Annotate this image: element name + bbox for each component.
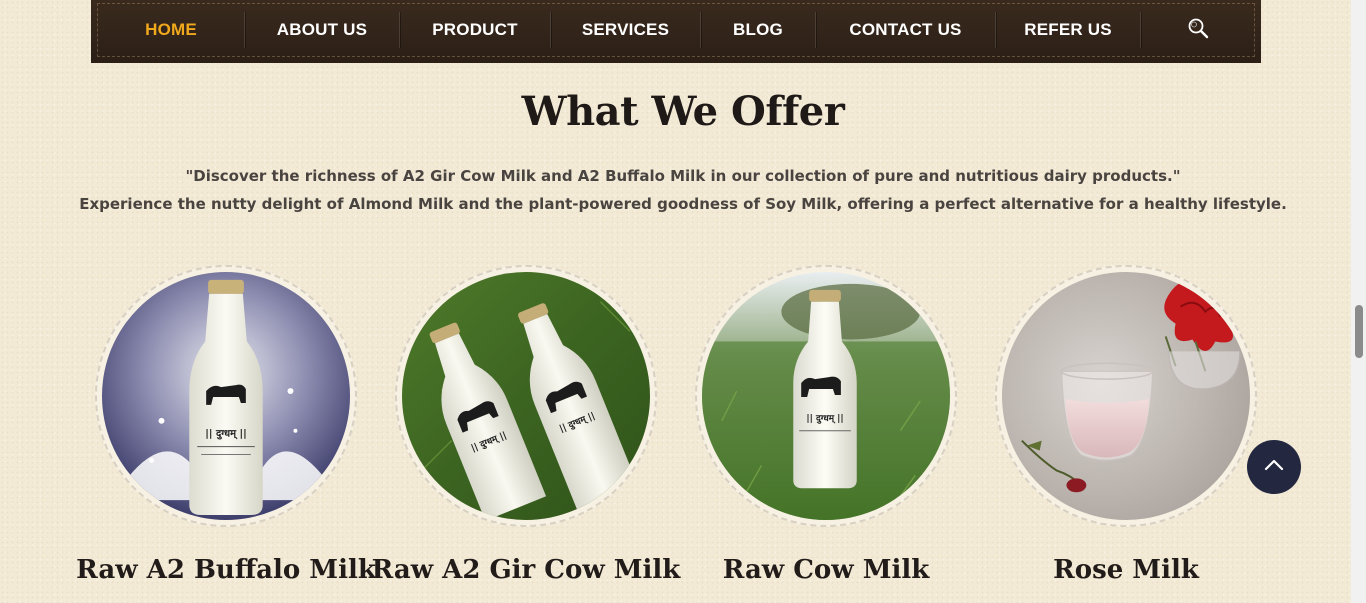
- milk-bottle-splash-image: || दुग्धम् ||: [102, 272, 350, 520]
- product-name[interactable]: Raw A2 Gir Cow Milk: [355, 555, 697, 585]
- product-image-link[interactable]: || दुग्धम् || || दुग्धम् ||: [395, 265, 657, 527]
- chevron-up-icon: [1263, 454, 1285, 480]
- product-image-link[interactable]: [995, 265, 1257, 527]
- search-icon: [1187, 17, 1209, 43]
- product-name[interactable]: Raw Cow Milk: [655, 555, 997, 585]
- svg-text:|| दुग्धम् ||: || दुग्धम् ||: [205, 429, 246, 441]
- product-name[interactable]: Raw A2 Buffalo Milk: [55, 555, 397, 585]
- nav-refer-us[interactable]: REFER US: [996, 4, 1140, 56]
- product-card: || दुग्धम् || Raw Cow Milk: [695, 265, 957, 585]
- milk-bottle-field-image: || दुग्धम् ||: [702, 272, 950, 520]
- main-navbar: HOME ABOUT US PRODUCT SERVICES BLOG CONT…: [91, 0, 1261, 63]
- nav-contact-us[interactable]: CONTACT US: [816, 4, 995, 56]
- scrollbar-thumb[interactable]: [1355, 305, 1363, 358]
- intro-line-1: "Discover the richness of A2 Gir Cow Mil…: [185, 167, 1181, 185]
- product-card: || दुग्धम् || || दुग्धम् || Raw A2 Gir C…: [372, 265, 680, 585]
- intro-line-2: Experience the nutty delight of Almond M…: [79, 195, 1287, 213]
- nav-services[interactable]: SERVICES: [551, 4, 700, 56]
- product-card: Rose Milk: [995, 265, 1257, 585]
- navbar-inner: HOME ABOUT US PRODUCT SERVICES BLOG CONT…: [97, 3, 1255, 57]
- nav-product[interactable]: PRODUCT: [400, 4, 550, 56]
- two-milk-bottles-grass-image: || दुग्धम् || || दुग्धम् ||: [402, 272, 650, 520]
- nav-search-button[interactable]: [1141, 4, 1254, 56]
- product-name[interactable]: Rose Milk: [955, 555, 1297, 585]
- section-title: What We Offer: [521, 88, 845, 135]
- product-image-link[interactable]: || दुग्धम् ||: [695, 265, 957, 527]
- product-card: || दुग्धम् || Raw A2 Buffalo Milk: [76, 265, 376, 585]
- nav-blog[interactable]: BLOG: [701, 4, 815, 56]
- section-intro: "Discover the richness of A2 Gir Cow Mil…: [0, 162, 1366, 218]
- back-to-top-button[interactable]: [1247, 440, 1301, 494]
- rose-milk-glass-image: [1002, 272, 1250, 520]
- product-image-link[interactable]: || दुग्धम् ||: [95, 265, 357, 527]
- nav-home[interactable]: HOME: [98, 4, 244, 56]
- nav-about-us[interactable]: ABOUT US: [245, 4, 399, 56]
- svg-text:|| दुग्धम् ||: || दुग्धम् ||: [806, 414, 843, 424]
- page-scrollbar[interactable]: [1351, 0, 1366, 603]
